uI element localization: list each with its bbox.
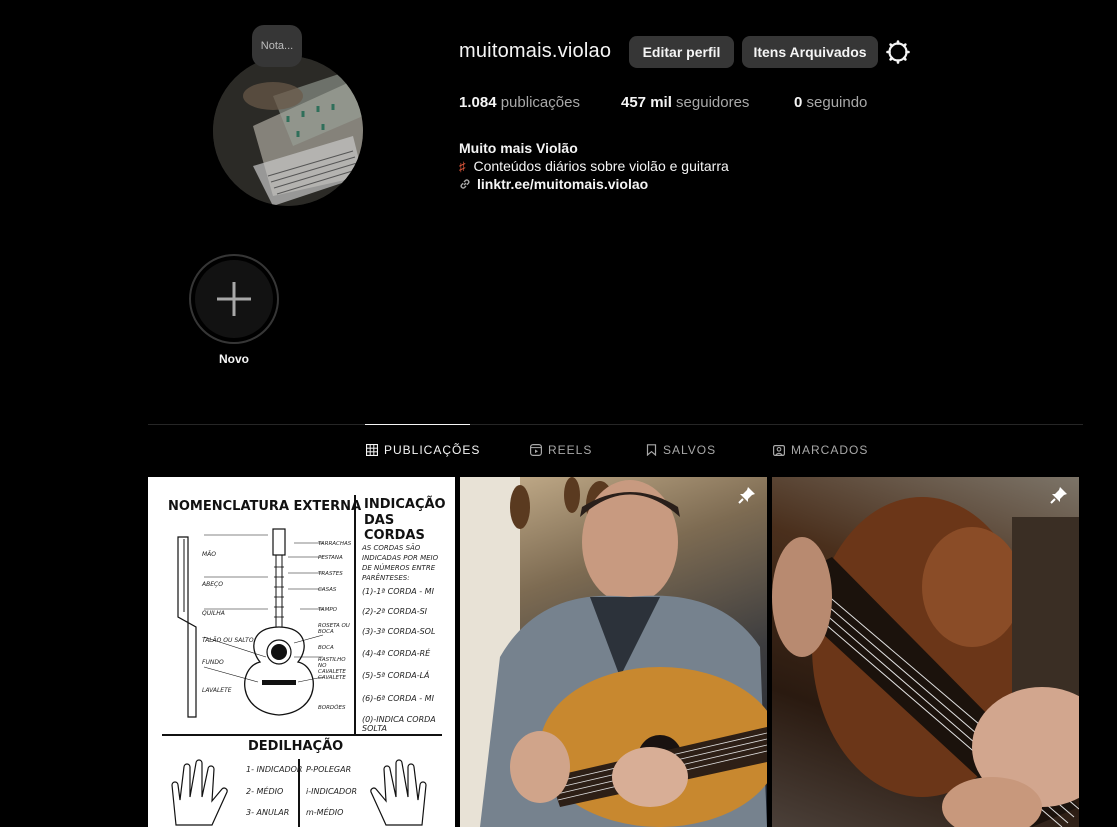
avatar[interactable] (213, 56, 363, 206)
doc-finger-right-2: i-INDICADOR (306, 787, 358, 796)
grid-icon (366, 444, 378, 456)
doc-finger-left-2: 2- MÉDIO (246, 787, 284, 796)
active-tab-indicator (365, 424, 470, 425)
settings-gear-icon[interactable] (886, 40, 910, 64)
guitar-emoji-icon: ♯ (459, 158, 466, 174)
post-thumbnail-2[interactable] (460, 477, 767, 827)
doc-part-right-3: TRASTES (318, 571, 343, 577)
new-highlight-button[interactable] (189, 254, 279, 344)
doc-part-right-8: RASTILHO NO CAVALETE (318, 657, 346, 675)
doc-part-right-6: ROSETA OU BOCA (318, 623, 350, 635)
doc-part-left-5: FUNDO (202, 659, 224, 666)
profile-username: muitomais.violao (459, 40, 612, 62)
followers-stat[interactable]: 457 mil seguidores (621, 94, 749, 111)
followers-label[interactable]: seguidores (676, 94, 749, 111)
doc-title-right-1: INDICAÇÃO (364, 497, 446, 512)
tabs-divider (148, 424, 1083, 425)
doc-finger-left-1: 1- INDICADOR (246, 765, 303, 774)
archive-button[interactable]: Itens Arquivados (742, 36, 878, 68)
posts-label: publicações (500, 94, 580, 111)
doc-part-right-7: BOCA (318, 645, 334, 651)
doc-string-3: (3)-3ª CORDA-SOL (362, 627, 436, 636)
tab-reels[interactable]: REELS (530, 443, 592, 457)
post-thumbnail-1[interactable]: NOMENCLATURA EXTERNA INDICAÇÃO DAS CORDA… (148, 477, 455, 827)
doc-string-0: (0)-INDICA CORDA SOLTA (362, 715, 436, 733)
tab-salvos[interactable]: SALVOS (646, 443, 716, 457)
doc-part-right-2: PESTANA (318, 555, 343, 561)
doc-part-right-5: TAMPO (318, 607, 338, 613)
profile-link[interactable]: linktr.ee/muitomais.violao (459, 176, 648, 192)
tab-label[interactable]: REELS (548, 443, 592, 457)
doc-part-left-1: MÃO (202, 551, 217, 558)
tab-label[interactable]: PUBLICAÇÕES (384, 443, 480, 457)
post-thumbnail-3[interactable] (772, 477, 1079, 827)
post-2-image (460, 477, 767, 827)
bio-text: Conteúdos diários sobre violão e guitarr… (473, 158, 729, 174)
doc-part-right-10: BORDÕES (318, 705, 346, 711)
left-hand-drawing (171, 759, 228, 826)
doc-string-4: (4)-4ª CORDA-RÉ (362, 649, 431, 658)
doc-part-left-2: ABEÇO (202, 581, 223, 588)
profile-full-name: Muito mais Violão (459, 140, 578, 156)
reels-icon (530, 444, 542, 456)
doc-part-right-4: CASAS (318, 587, 337, 593)
doc-finger-right-1: P-POLEGAR (306, 765, 352, 774)
doc-part-right-9: CAVALETE (318, 675, 346, 681)
doc-finger-right-3: m-MÉDIO (306, 808, 344, 817)
tag-icon (773, 445, 785, 456)
new-highlight-label: Novo (219, 352, 249, 366)
doc-title-right-2: DAS CORDAS (364, 513, 425, 543)
following-count[interactable]: 0 (794, 94, 802, 111)
doc-string-2: (2)-2ª CORDA-SI (362, 607, 428, 616)
doc-part-left-3: QUILHA (202, 610, 225, 617)
doc-part-right-1: TARRACHAS (318, 541, 352, 547)
following-label[interactable]: seguindo (807, 94, 868, 111)
plus-icon (217, 282, 251, 316)
doc-section-title: DEDILHAÇÃO (248, 739, 344, 754)
guitar-diagram (177, 528, 324, 718)
doc-part-left-6: LAVALETE (202, 687, 232, 694)
doc-finger-left-3: 3- ANULAR (246, 808, 290, 817)
link-icon (460, 179, 470, 189)
tab-marcados[interactable]: MARCADOS (773, 443, 868, 457)
following-stat[interactable]: 0 seguindo (794, 94, 867, 111)
bookmark-icon (646, 444, 657, 456)
tab-publicacoes[interactable]: PUBLICAÇÕES (366, 443, 480, 457)
tab-label[interactable]: SALVOS (663, 443, 716, 457)
doc-string-1: (1)-1ª CORDA - MI (362, 587, 434, 596)
profile-avatar-container[interactable] (213, 56, 365, 208)
posts-count-stat: 1.084 publicações (459, 94, 580, 111)
post-3-image (772, 497, 1079, 827)
doc-string-5: (5)-5ª CORDA-LÁ (362, 671, 430, 680)
note-bubble[interactable]: Nota... (252, 25, 302, 67)
avatar-image (213, 56, 363, 206)
doc-string-6: (6)-6ª CORDA - MI (362, 694, 434, 703)
new-highlight-inner[interactable] (195, 260, 273, 338)
pinned-icon (1049, 485, 1107, 510)
doc-intro: AS CORDAS SÃO INDICADAS POR MEIO DE NÚME… (362, 544, 439, 582)
edit-profile-button[interactable]: Editar perfil (629, 36, 734, 68)
doc-part-left-4: TALÃO OU SALTO (202, 637, 254, 644)
followers-count[interactable]: 457 mil (621, 94, 672, 111)
link-text[interactable]: linktr.ee/muitomais.violao (477, 176, 648, 192)
tab-label[interactable]: MARCADOS (791, 443, 868, 457)
right-hand-drawing (370, 759, 427, 826)
profile-bio: ♯ Conteúdos diários sobre violão e guita… (459, 158, 729, 174)
posts-count: 1.084 (459, 94, 497, 111)
doc-title-left: NOMENCLATURA EXTERNA (168, 499, 362, 514)
